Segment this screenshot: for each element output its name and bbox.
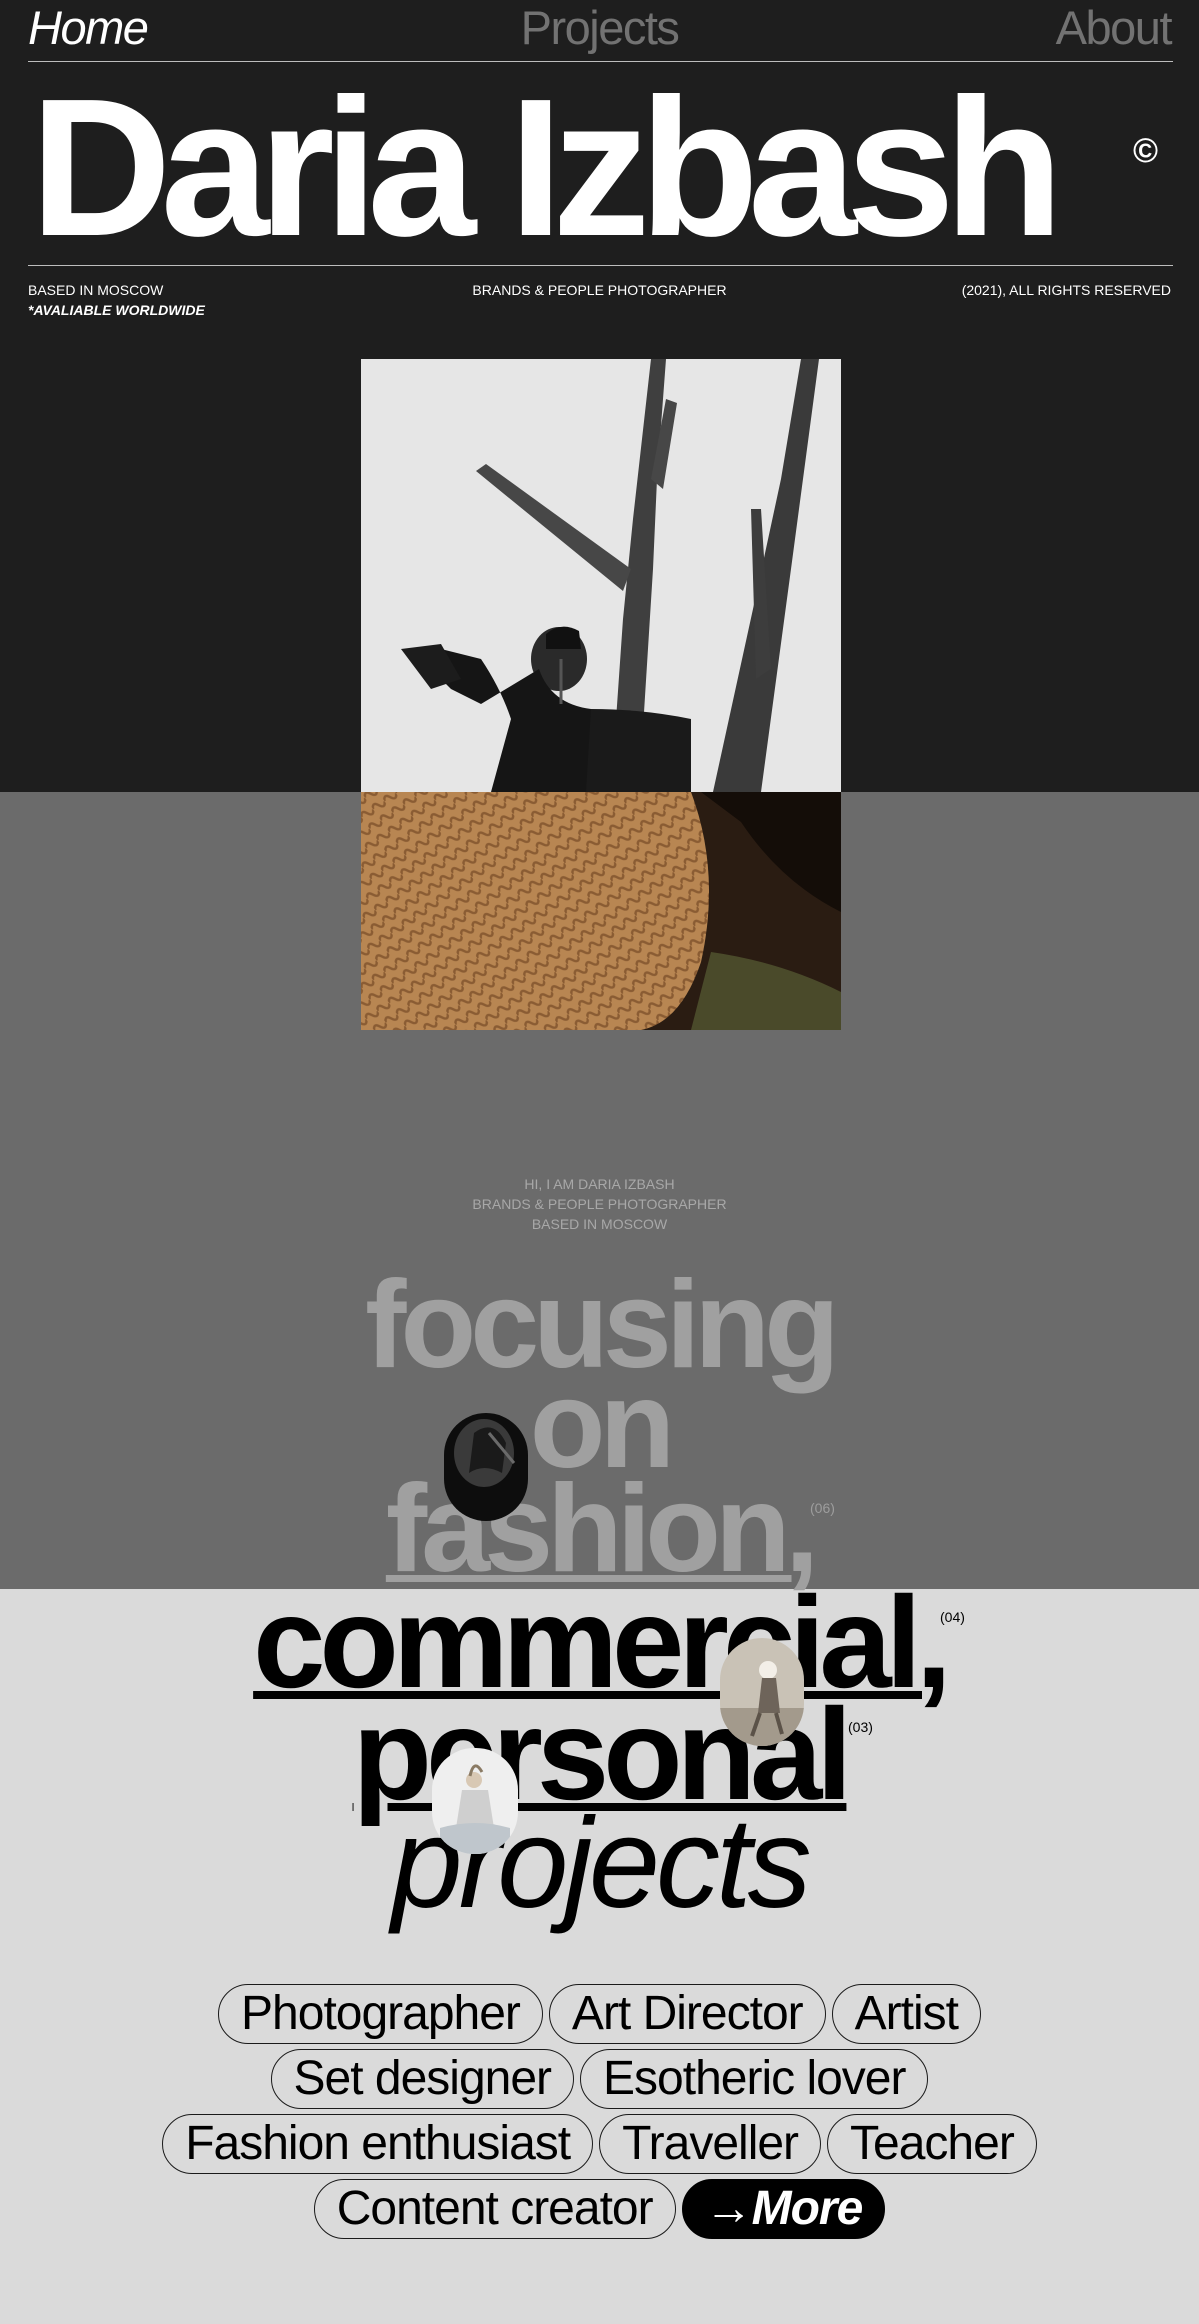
copyright-mark: © [1133,132,1159,170]
intro-line-1: HI, I AM DARIA IZBASH [524,1176,675,1192]
rights-text: (2021), ALL RIGHTS RESERVED [961,282,1171,298]
fashion-count: (06) [810,1500,835,1516]
tag-esotheric-lover[interactable]: Esotheric lover [580,2049,929,2109]
statement-projects: projects [391,1792,811,1935]
personal-count: (03) [848,1719,873,1735]
tag-artist[interactable]: Artist [831,1984,981,2044]
hero-divider [28,265,1173,266]
hero-title: Daria Izbash [30,58,1064,277]
availability-text: *AVALIABLE WORLDWIDE [28,302,205,318]
tag-photographer[interactable]: Photographer [218,1984,543,2044]
nav-projects-link[interactable]: Projects [28,0,1171,56]
more-button[interactable]: →More [681,2179,886,2239]
top-nav: Home Projects About [28,0,1173,60]
tag-content-creator[interactable]: Content creator [313,2179,676,2239]
skills-tags: Photographer Art Director Artist Set des… [0,1984,1199,2244]
tag-traveller[interactable]: Traveller [599,2114,822,2174]
intro-text: HI, I AM DARIA IZBASH BRANDS & PEOPLE PH… [0,1174,1199,1234]
portrait-photo[interactable] [361,359,841,792]
intro-line-3: BASED IN MOSCOW [531,1216,668,1232]
tags-row-2: Set designer Esotheric lover [0,2049,1199,2109]
commercial-count: (04) [940,1609,965,1625]
knitwear-photo[interactable] [361,792,841,1030]
tag-art-director[interactable]: Art Director [548,1984,826,2044]
nav-about-link[interactable]: About [1056,0,1173,56]
commercial-preview-photo [720,1638,804,1746]
tags-row-4: Content creator →More [0,2179,1199,2239]
fashion-preview-photo [444,1413,528,1521]
intro-line-2: BRANDS & PEOPLE PHOTOGRAPHER [472,1196,727,1212]
tag-fashion-enthusiast[interactable]: Fashion enthusiast [162,2114,594,2174]
personal-preview-photo [432,1748,518,1854]
tags-row-3: Fashion enthusiast Traveller Teacher [0,2114,1199,2174]
tag-teacher[interactable]: Teacher [827,2114,1037,2174]
tag-set-designer[interactable]: Set designer [270,2049,575,2109]
tags-row-1: Photographer Art Director Artist [0,1984,1199,2044]
